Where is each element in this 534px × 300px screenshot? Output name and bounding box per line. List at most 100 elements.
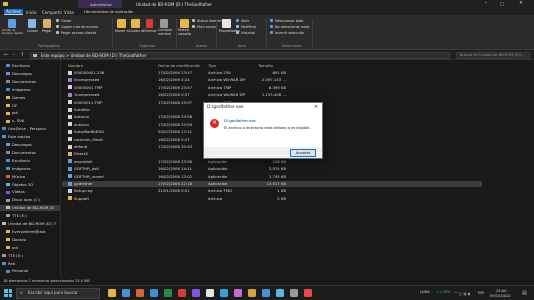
properties-icon[interactable] [222,19,231,28]
paste-shortcut-button[interactable]: Pegar acceso directo [61,31,96,35]
paste-button[interactable]: Pegar [42,29,52,33]
taskbar-app-icon[interactable] [234,289,242,297]
taskbar-app-icon[interactable] [164,289,172,297]
invert-selection-button[interactable]: Invertir selección [275,31,304,35]
start-icon[interactable] [4,289,12,297]
sidebar-item[interactable]: Escritorio [0,63,60,69]
sidebar-item[interactable]: Unidad de BD-ROM (D:) T [0,221,60,227]
taskbar-app-icon[interactable] [122,289,130,297]
new-item-button[interactable]: Nuevo elemento [197,19,225,23]
taskbar-app-icon[interactable] [150,289,158,297]
taskbar-app-icon[interactable] [262,289,270,297]
sidebar-item[interactable]: OneDrive - Personal [0,126,60,132]
sidebar-item[interactable]: Red [0,261,60,267]
copy-icon[interactable] [28,19,36,28]
sidebar-item[interactable]: Unidad de BD-ROM (D [0,205,60,212]
sidebar-item[interactable]: TTE (E:) [0,253,60,259]
easy-access-button[interactable]: Fácil acceso [197,25,217,29]
close-button[interactable]: ✕ [514,0,528,8]
clock-date[interactable]: 09/10/2022 [490,294,511,298]
clock-time[interactable]: 23:00 [496,289,506,293]
rename-button[interactable]: Cambiar nombre [158,28,174,36]
taskbar-app-icon[interactable] [206,289,214,297]
select-all-button[interactable]: Seleccionar todo [275,19,303,23]
column-header-name[interactable]: Nombre [68,63,83,68]
paste-icon[interactable] [43,19,51,28]
sidebar-item[interactable]: Música [0,174,60,180]
file-row[interactable]: 00000001.TMP 17/02/2006 23:57 Archivo TMP 8… [62,85,482,91]
language-label[interactable]: ESP [478,291,484,295]
sidebar-item[interactable]: Este equipo [0,134,60,140]
taskbar-app-icon[interactable] [248,289,256,297]
history-button[interactable]: Historial [241,31,255,35]
sidebar-item[interactable]: GF [0,103,60,109]
sidebar-item[interactable]: Objetos 3D [0,182,60,188]
file-row[interactable]: 1compressed 16/02/2006 0:37 Archivo WinRAR… [62,92,482,98]
delete-icon[interactable] [146,19,153,28]
minimize-button[interactable]: – [480,0,492,8]
taskbar-app-icon[interactable] [178,289,186,297]
column-header-type[interactable]: Tipo [208,63,216,68]
tray-icons[interactable]: ^ ◻ ◍ ◖ [454,291,470,296]
pin-icon[interactable] [8,19,16,28]
weather-label[interactable]: LUNA [420,290,430,294]
new-folder-button[interactable]: Nueva carpeta [178,28,191,36]
taskbar-app-icon[interactable] [276,289,284,297]
column-header-date[interactable]: Fecha de modificación [158,63,200,68]
sidebar-item[interactable]: Docsdo [0,237,60,243]
taskbar-app-icon[interactable] [192,289,200,297]
sidebar-item[interactable]: TTE (E:) [0,213,60,219]
sidebar-item[interactable]: pdi [0,110,60,116]
delete-button[interactable]: Eliminar [143,29,157,33]
taskbar-app-icon[interactable] [304,289,312,297]
sidebar-item[interactable]: Disco local (C:) [0,197,60,203]
rename-icon[interactable] [160,19,168,28]
forward-arrow-icon[interactable]: → [11,52,15,58]
file-row[interactable]: 000000001.236 17/02/2006 23:57 Archivo 236… [62,70,482,76]
file-row[interactable]: Support Archivo 0 KB [62,196,482,202]
tab-view[interactable]: Vista [64,10,74,15]
cut-button[interactable]: Cortar [61,19,72,23]
column-header-size[interactable]: Tamaño [258,63,273,68]
new-folder-icon[interactable] [180,19,189,28]
file-row[interactable]: GDFTHR_unreel 16/02/2006 12:02 Aplicación 1… [62,174,482,180]
up-arrow-icon[interactable]: ↑ [20,52,24,58]
open-button[interactable]: Abrir [241,19,249,23]
sidebar-item[interactable]: Vídeos [0,189,60,195]
move-to-button[interactable]: Mover a [115,29,129,33]
tab-file[interactable]: Archivo [4,9,23,15]
sidebar-item[interactable]: Documentos [0,79,60,85]
back-arrow-icon[interactable]: ← [4,52,8,58]
copy-to-button[interactable]: Copiar a [129,29,143,33]
taskbar-app-icon[interactable] [290,289,298,297]
select-none-button[interactable]: No seleccionar nada [275,25,309,29]
copy-path-button[interactable]: Copiar ruta de acceso [61,25,98,29]
tab-app-tools[interactable]: Herramientas de aplicación [84,10,133,14]
address-field[interactable]: Este equipo > Unidad de BD-ROM (D:) TheG… [30,51,450,59]
edit-button[interactable]: Modificar [241,25,257,29]
sidebar-item[interactable]: Imágenes [0,87,60,93]
ok-button[interactable]: Aceptar [290,149,316,157]
sidebar-item[interactable]: Personal [0,268,60,274]
sidebar-item[interactable]: pdi [0,245,60,251]
dialog-close-icon[interactable]: ✕ [312,103,320,112]
file-row[interactable]: godfather 17/02/2006 22:18 Aplicación 13.91… [62,181,482,188]
file-row[interactable]: Setup.reg 21/01/2006 0:01 Archivo TMG 1 KB [62,188,482,194]
search-input[interactable]: Buscar en Unidad de BD-ROM (D:)... [456,51,530,59]
copy-to-icon[interactable] [131,19,140,28]
sidebar-item[interactable]: Imágenes [0,166,60,172]
notifications-icon[interactable]: ▤ [522,290,527,296]
sidebar-item[interactable]: Escritorio [0,158,60,164]
taskbar-app-icon[interactable] [108,289,116,297]
sidebar-item[interactable]: Documentos [0,150,60,156]
taskbar-app-icon[interactable] [136,289,144,297]
tab-share[interactable]: Compartir [42,10,62,15]
file-row[interactable]: 0compressed 16/02/2006 0:24 Archivo WinRAR… [62,77,482,83]
tab-home[interactable]: Inicio [26,10,37,15]
file-row[interactable]: GDFTHR_dxit 16/02/2006 14:11 Aplicación 2.0… [62,166,482,172]
copy-button[interactable]: Copiar [27,29,38,33]
file-row[interactable]: eaunistall 17/02/2006 23:56 Aplicación 238 … [62,159,482,165]
maximize-button[interactable]: □ [496,0,508,8]
sidebar-item[interactable]: Descargas [0,142,60,148]
pin-button-label[interactable]: Anclar al Acceso rápido [2,28,24,36]
